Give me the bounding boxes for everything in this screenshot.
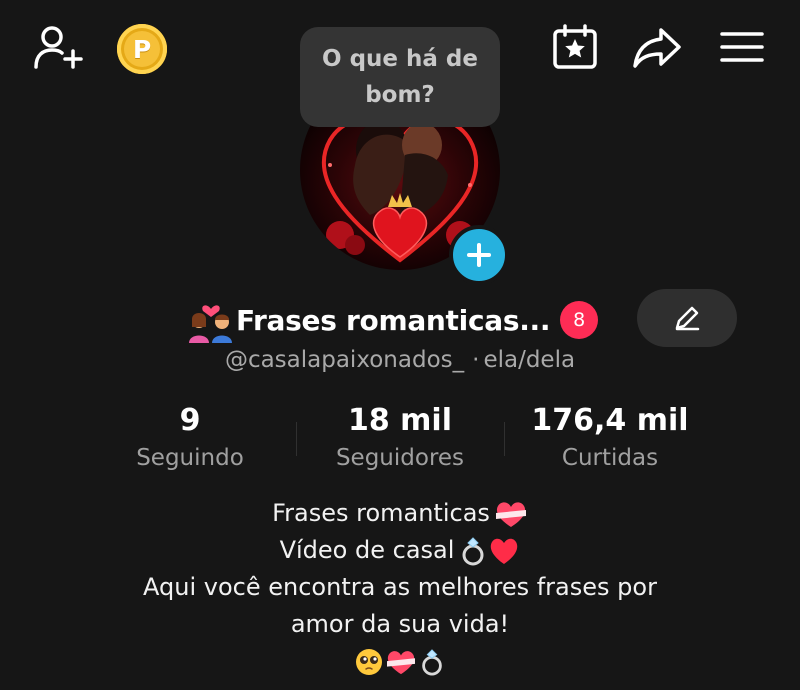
couple-with-heart-emoji [189,305,232,343]
bio-line: Vídeo de casal [0,532,800,569]
ring-emoji [462,536,484,565]
bio-line [0,643,800,680]
pronouns: ela/dela [483,347,576,373]
share-button[interactable] [630,24,684,72]
coin-icon: P [132,34,152,64]
username-handle: @casalapaixonados_ [224,347,465,373]
whats-new-tooltip[interactable]: O que há de bom? [300,27,500,127]
share-arrow-icon [633,28,681,68]
hamburger-menu-icon [720,32,764,62]
edit-profile-button[interactable] [637,289,737,347]
menu-button[interactable] [716,26,768,68]
bio-line: Frases romanticas [0,495,800,532]
bio-line-4: amor da sua vida! [290,610,510,638]
add-avatar-button[interactable] [449,225,509,285]
display-name-row: Frases romanticas... 8 [186,297,599,343]
stat-following[interactable]: 9 Seguindo [110,400,270,474]
heart-with-ribbon-emoji [495,501,526,527]
display-name: Frases romanticas... [236,303,551,337]
pleading-face-emoji [356,648,382,675]
bio-line-1: Frases romanticas [272,499,490,527]
ring-emoji [422,648,442,676]
person-plus-icon [34,26,83,69]
following-label: Seguindo [136,445,244,471]
calendar-star-icon [553,24,597,69]
pencil-icon [675,306,700,331]
separator-dot: · [472,347,480,373]
bio-line-3: Aqui você encontra as melhores frases po… [143,573,657,601]
likes-count: 176,4 mil [531,403,689,438]
calendar-button[interactable] [550,22,600,72]
handle-row: @casalapaixonados_ · ela/dela [0,347,800,373]
followers-label: Seguidores [335,445,465,471]
notification-badge: 8 [560,301,599,339]
add-friend-button[interactable] [30,22,86,72]
bio-line: amor da sua vida! [0,606,800,643]
followers-count: 18 mil [347,403,453,438]
heart-with-ribbon-emoji [387,650,415,674]
likes-label: Curtidas [561,445,659,471]
following-count: 9 [179,403,201,438]
red-heart-emoji [491,538,518,564]
bio-line-2: Vídeo de casal [279,536,455,564]
tooltip-text: O que há de bom? [322,46,478,108]
profile-bio: Frases romanticas Vídeo de casal Aqui vo… [0,495,800,680]
coin-button[interactable]: P [117,24,167,74]
stat-divider [504,422,505,456]
stat-likes[interactable]: 176,4 mil Curtidas [520,400,700,474]
stat-divider [296,422,297,456]
bio-line: Aqui você encontra as melhores frases po… [0,569,800,606]
stat-followers[interactable]: 18 mil Seguidores [310,400,490,474]
plus-icon [467,243,491,267]
